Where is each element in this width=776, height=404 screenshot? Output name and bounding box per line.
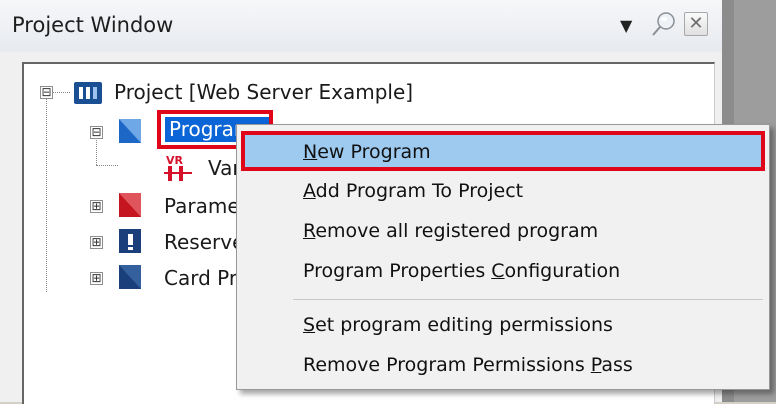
tree-connector: [46, 98, 47, 292]
menu-item-new-program[interactable]: New Program: [241, 131, 765, 171]
menu-item-set-permissions[interactable]: Set program editing permissions: [237, 307, 769, 344]
menu-item-accelerator: N: [303, 141, 318, 163]
menu-item-label: emove all registered program: [315, 220, 599, 242]
menu-item-accelerator: C: [491, 260, 505, 282]
menu-item-label: Program Properties: [303, 260, 492, 282]
card-folder-icon: [119, 265, 141, 289]
menu-item-label: Remove Program Permissions: [303, 354, 591, 376]
menu-item-accelerator: A: [303, 180, 316, 202]
dropdown-arrow-icon[interactable]: ▼: [620, 16, 632, 35]
menu-item-remove-permissions-pass[interactable]: Remove Program Permissions Pass: [237, 347, 769, 384]
expand-toggle[interactable]: ⊞: [90, 236, 103, 249]
program-folder-icon: [119, 119, 141, 143]
menu-item-label: ass: [601, 354, 633, 376]
reserved-folder-icon: [119, 229, 141, 253]
tree-item-card[interactable]: Card Pr: [164, 266, 237, 290]
menu-item-label: ew Program: [317, 141, 431, 163]
pushpin-icon[interactable]: [648, 10, 678, 40]
expand-toggle[interactable]: ⊞: [90, 272, 103, 285]
parameter-folder-icon: [119, 193, 141, 217]
variable-icon-text: VR: [166, 154, 184, 167]
tree-item-project[interactable]: ⊟ Project [Web Server Example]: [38, 76, 458, 112]
context-menu: New Program Add Program To Project Remov…: [236, 124, 770, 390]
window-title: Project Window: [12, 13, 174, 37]
project-icon: [74, 82, 102, 104]
tree-item-parameter[interactable]: Parame: [164, 194, 240, 218]
menu-item-label: et program editing permissions: [315, 314, 613, 336]
menu-item-add-program[interactable]: Add Program To Project: [237, 173, 769, 210]
window-titlebar: Project Window ▼ ✕: [0, 0, 722, 52]
tree-connector: [96, 165, 118, 166]
variable-icon: VR: [164, 154, 192, 181]
collapse-toggle[interactable]: ⊟: [90, 126, 103, 139]
tree-item-reserved[interactable]: Reserve: [164, 230, 244, 254]
menu-item-label: dd Program To Project: [315, 180, 524, 202]
menu-item-accelerator: P: [590, 354, 602, 376]
menu-separator: [293, 299, 763, 300]
menu-item-accelerator: S: [303, 314, 316, 336]
menu-item-label: onfiguration: [504, 260, 621, 282]
menu-item-properties-configuration[interactable]: Program Properties Configuration: [237, 253, 769, 290]
menu-item-accelerator: R: [303, 220, 316, 242]
tree-item-label: Project [Web Server Example]: [114, 80, 414, 104]
close-icon[interactable]: ✕: [684, 12, 708, 36]
tree-connector: [96, 140, 97, 165]
menu-item-remove-registered[interactable]: Remove all registered program: [237, 213, 769, 250]
expand-toggle[interactable]: ⊞: [90, 200, 103, 213]
collapse-toggle[interactable]: ⊟: [40, 86, 53, 99]
tree-item-variable[interactable]: VR Var: [120, 150, 241, 186]
